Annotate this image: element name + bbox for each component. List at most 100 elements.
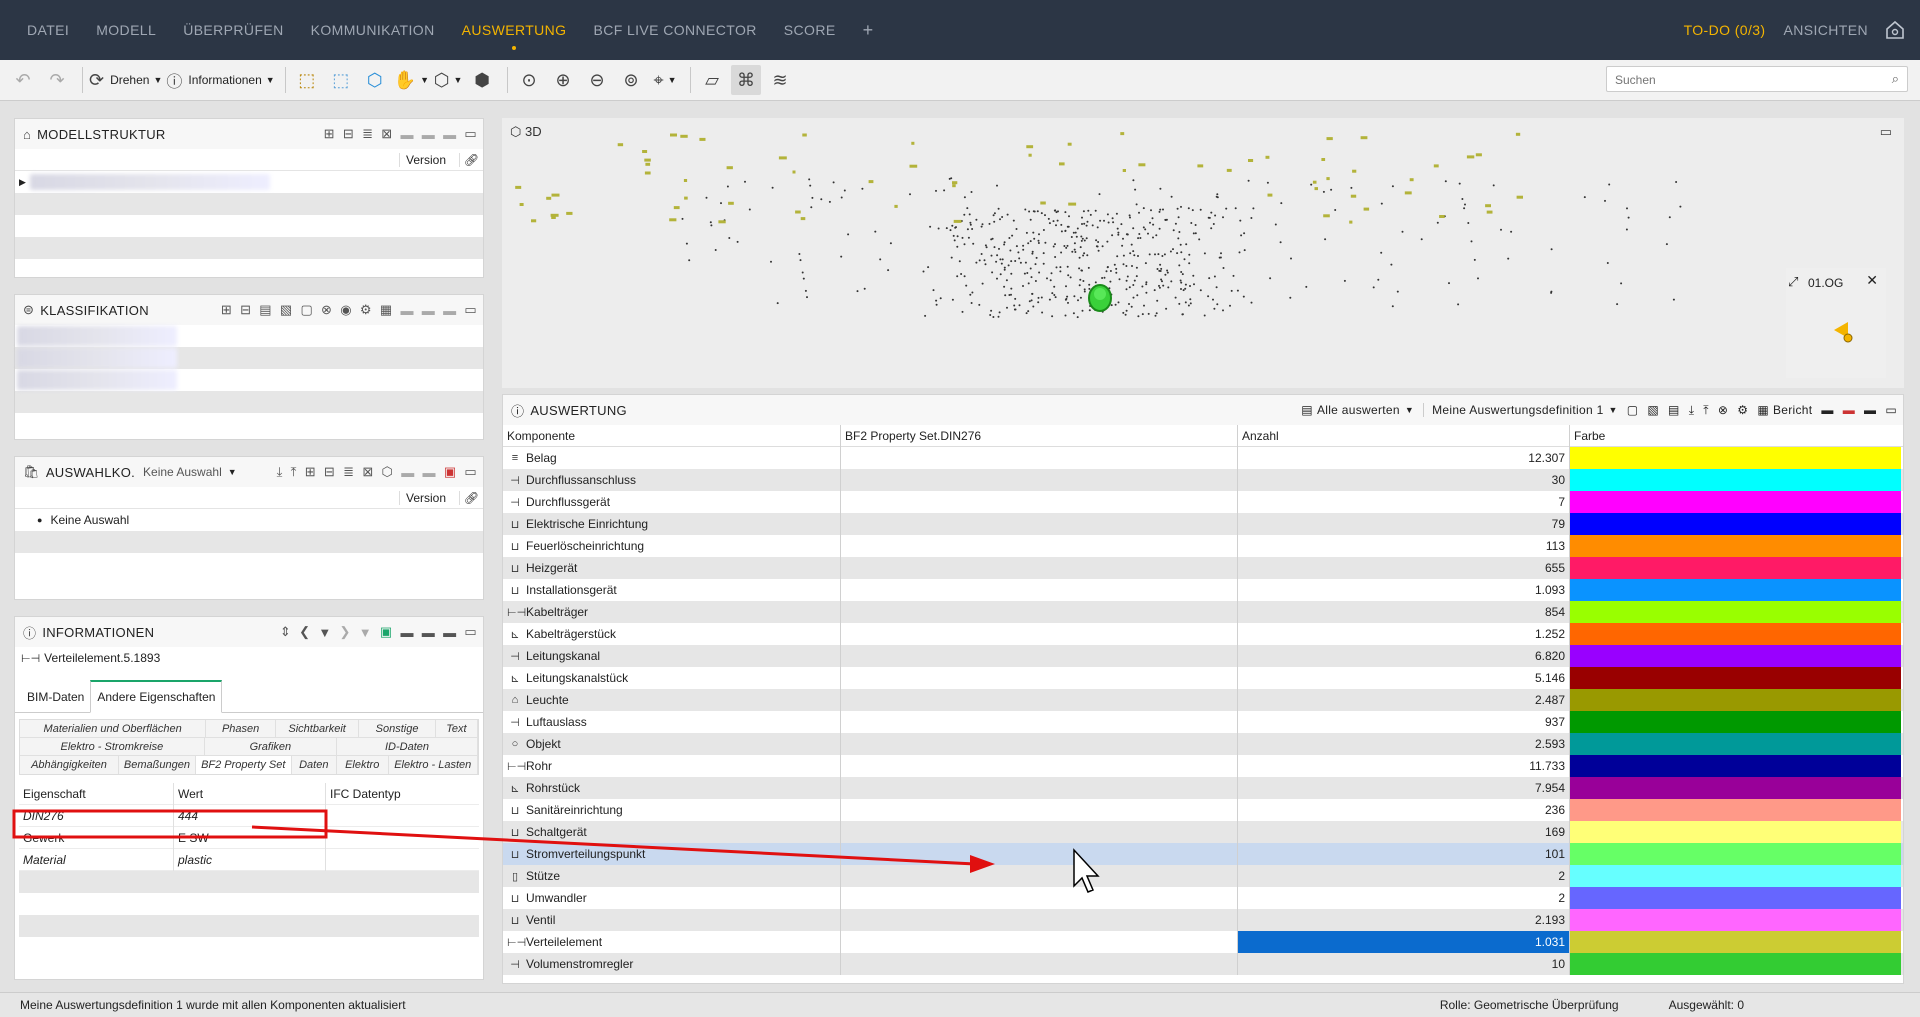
color-swatch[interactable] <box>1569 953 1901 975</box>
color-swatch[interactable] <box>1569 843 1901 865</box>
color-swatch[interactable] <box>1569 931 1901 953</box>
evaluation-row[interactable]: ⊔ Elektrische Einrichtung 79 <box>503 513 1903 535</box>
copy-icon[interactable]: ▧ <box>280 302 293 318</box>
chevron-down-icon[interactable]: ▼ <box>359 625 372 640</box>
chevron-right-icon[interactable]: ❯ <box>340 624 351 640</box>
report-button[interactable]: Bericht <box>1773 403 1812 417</box>
color-swatch[interactable] <box>1569 689 1901 711</box>
evaluation-row[interactable]: ⊾ Rohrstück 7.954 <box>503 777 1903 799</box>
ptab-phases[interactable]: Phasen <box>206 720 276 737</box>
evaluation-row[interactable]: ⊢⊣ Verteilelement 1.031 <box>503 931 1903 953</box>
rotate-dropdown[interactable]: ⟳ Drehen ▼ <box>89 65 162 95</box>
clear-icon[interactable]: ⊗ <box>1718 403 1728 417</box>
color-swatch[interactable] <box>1569 821 1901 843</box>
search-input[interactable] <box>1607 67 1867 93</box>
section-box-icon[interactable]: ⬢ <box>467 65 497 95</box>
zoom-in-icon[interactable]: ⊕ <box>548 65 578 95</box>
definition-dropdown[interactable]: Meine Auswertungsdefinition 1 <box>1423 403 1603 417</box>
boxes-icon[interactable]: ⬚ <box>292 65 322 95</box>
color-swatch[interactable] <box>1569 601 1901 623</box>
evaluation-row[interactable]: ⊢⊣ Rohr 11.733 <box>503 755 1903 777</box>
sort-icon[interactable]: ⇕ <box>280 624 291 640</box>
briefcase-icon[interactable]: ▬ <box>401 465 414 480</box>
hierarchy-icon[interactable]: ⊠ <box>362 464 373 480</box>
evaluation-row[interactable]: ⊢⊣ Kabelträger 854 <box>503 601 1903 623</box>
color-swatch[interactable] <box>1569 667 1901 689</box>
color-swatch[interactable] <box>1569 579 1901 601</box>
selection-dropdown[interactable]: Keine Auswahl <box>143 465 222 479</box>
expand-arrow-icon[interactable]: ▶ <box>19 177 26 188</box>
floor-navigator[interactable]: ⤢ 01.OG ✕ <box>1786 268 1886 378</box>
clear-icon[interactable]: ⊗ <box>321 302 332 318</box>
chevron-left-icon[interactable]: ❮ <box>299 624 310 640</box>
menu-ueberpruefen[interactable]: ÜBERPRÜFEN <box>183 22 283 38</box>
briefcase-icon[interactable]: ▬ <box>443 625 456 640</box>
briefcase-icon[interactable]: ▬ <box>1864 403 1876 417</box>
evaluate-all-button[interactable]: Alle auswerten <box>1317 403 1400 417</box>
property-row-din276[interactable]: DIN276 444 <box>19 804 479 827</box>
settings-icon[interactable]: ⚙ <box>360 302 372 318</box>
cube-icon[interactable]: ⬡ <box>382 464 394 480</box>
evaluation-row[interactable]: ⊣ Luftauslass 937 <box>503 711 1903 733</box>
briefcase-icon[interactable]: ▬ <box>422 625 435 640</box>
property-row-material[interactable]: Material plastic <box>19 848 479 871</box>
evaluation-row[interactable]: ⊔ Stromverteilungspunkt 101 <box>503 843 1903 865</box>
evaluation-row[interactable]: ⊔ Feuerlöscheinrichtung 113 <box>503 535 1903 557</box>
classification-row[interactable] <box>15 347 483 369</box>
color-swatch[interactable] <box>1569 557 1901 579</box>
tab-other-properties[interactable]: Andere Eigenschaften <box>90 680 223 713</box>
evaluation-row[interactable]: ⊔ Installationsgerät 1.093 <box>503 579 1903 601</box>
classification-row[interactable] <box>15 325 483 347</box>
briefcase-icon[interactable]: ▬ <box>422 127 435 142</box>
color-swatch[interactable] <box>1569 777 1901 799</box>
tree-icon[interactable]: ⊞ <box>324 126 335 142</box>
ptab-id-data[interactable]: ID-Daten <box>337 738 478 755</box>
col-component[interactable]: Komponente <box>503 429 840 443</box>
evaluation-row[interactable]: ⊔ Sanitäreinrichtung 236 <box>503 799 1903 821</box>
chevron-down-icon[interactable]: ▼ <box>1405 405 1414 415</box>
redo-icon[interactable]: ↷ <box>42 65 72 95</box>
color-swatch[interactable] <box>1569 755 1901 777</box>
color-swatch[interactable] <box>1569 909 1901 931</box>
evaluation-row[interactable]: ⊔ Umwandler 2 <box>503 887 1903 909</box>
layers-tree-icon[interactable]: ≣ <box>343 464 354 480</box>
evaluation-row[interactable]: ⊔ Heizgerät 655 <box>503 557 1903 579</box>
zoom-out-icon[interactable]: ⊖ <box>582 65 612 95</box>
ptab-electric-loads[interactable]: Elektro - Lasten <box>389 756 478 774</box>
classification-row[interactable] <box>15 369 483 391</box>
briefcase-icon[interactable]: ▬ <box>443 127 456 142</box>
search-box[interactable]: ⌕ <box>1606 66 1908 93</box>
color-swatch[interactable] <box>1569 887 1901 909</box>
chevron-down-icon[interactable]: ▼ <box>318 625 331 640</box>
layers-icon[interactable]: ≋ <box>765 65 795 95</box>
color-swatch[interactable] <box>1569 711 1901 733</box>
property-value[interactable]: E SW <box>173 826 325 849</box>
color-swatch[interactable] <box>1569 799 1901 821</box>
ptab-text[interactable]: Text <box>436 720 478 737</box>
evaluate-all-icon[interactable]: ▤ <box>1301 403 1313 417</box>
chevron-down-icon[interactable]: ▼ <box>1609 405 1618 415</box>
menu-bcf-live-connector[interactable]: BCF LIVE CONNECTOR <box>593 22 756 38</box>
evaluation-row[interactable]: ⊾ Leitungskanalstück 5.146 <box>503 667 1903 689</box>
briefcase-icon[interactable]: ▬ <box>400 127 413 142</box>
ptab-bf2-property-set[interactable]: BF2 Property Set <box>195 756 292 774</box>
evaluation-row[interactable]: ⊔ Schaltgerät 169 <box>503 821 1903 843</box>
color-swatch[interactable] <box>1569 513 1901 535</box>
color-swatch[interactable] <box>1569 733 1901 755</box>
properties-icon[interactable]: ▣ <box>380 624 393 640</box>
ptab-electric-circuits[interactable]: Elektro - Stromkreise <box>20 738 205 755</box>
new-file-icon[interactable]: ▤ <box>259 302 272 318</box>
download-icon[interactable]: ⤓ <box>277 464 283 480</box>
col-color[interactable]: Farbe <box>1569 424 1901 447</box>
layers-tree-icon[interactable]: ≣ <box>362 126 373 142</box>
ptab-electric[interactable]: Elektro <box>337 756 389 774</box>
menu-datei[interactable]: DATEI <box>27 22 69 38</box>
evaluation-row[interactable]: ⊔ Ventil 2.193 <box>503 909 1903 931</box>
maximize-icon[interactable]: ▭ <box>464 126 477 142</box>
color-swatch[interactable] <box>1569 865 1901 887</box>
tree-icon[interactable]: ⊞ <box>221 302 232 318</box>
ptab-data[interactable]: Daten <box>292 756 337 774</box>
color-swatch[interactable] <box>1569 469 1901 491</box>
zoom-window-icon[interactable]: ⊚ <box>616 65 646 95</box>
maximize-icon[interactable]: ▭ <box>464 302 477 318</box>
